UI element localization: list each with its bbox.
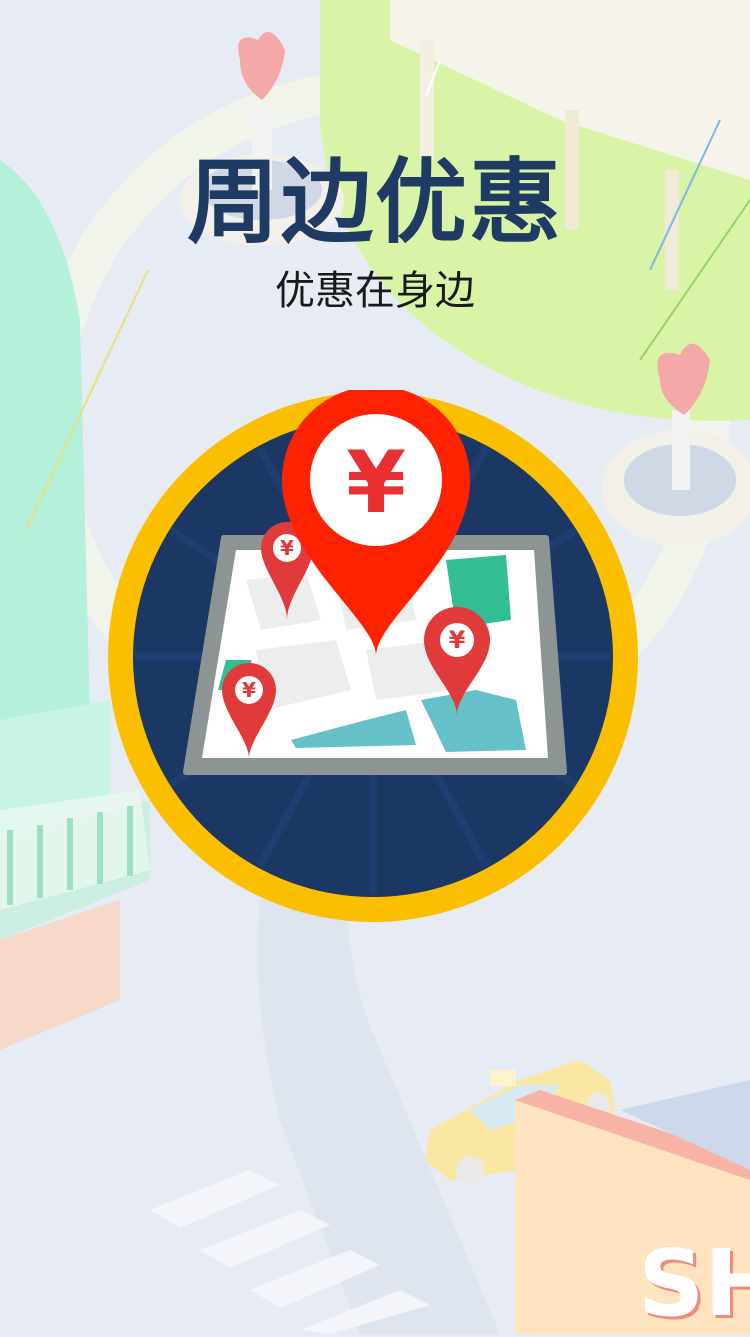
- deal-pin-3-symbol: ¥: [449, 626, 466, 654]
- nearby-deals-badge: ¥ ¥ ¥ ¥: [108, 390, 638, 922]
- deal-pin-2-symbol: ¥: [242, 678, 256, 702]
- shop-sign-text: SH: [638, 1230, 750, 1337]
- deal-pin-1-symbol: ¥: [280, 536, 294, 560]
- page-subtitle: 优惠在身边: [275, 268, 475, 314]
- main-pin-yen-symbol: ¥: [346, 433, 406, 533]
- page-title: 周边优惠: [186, 149, 563, 256]
